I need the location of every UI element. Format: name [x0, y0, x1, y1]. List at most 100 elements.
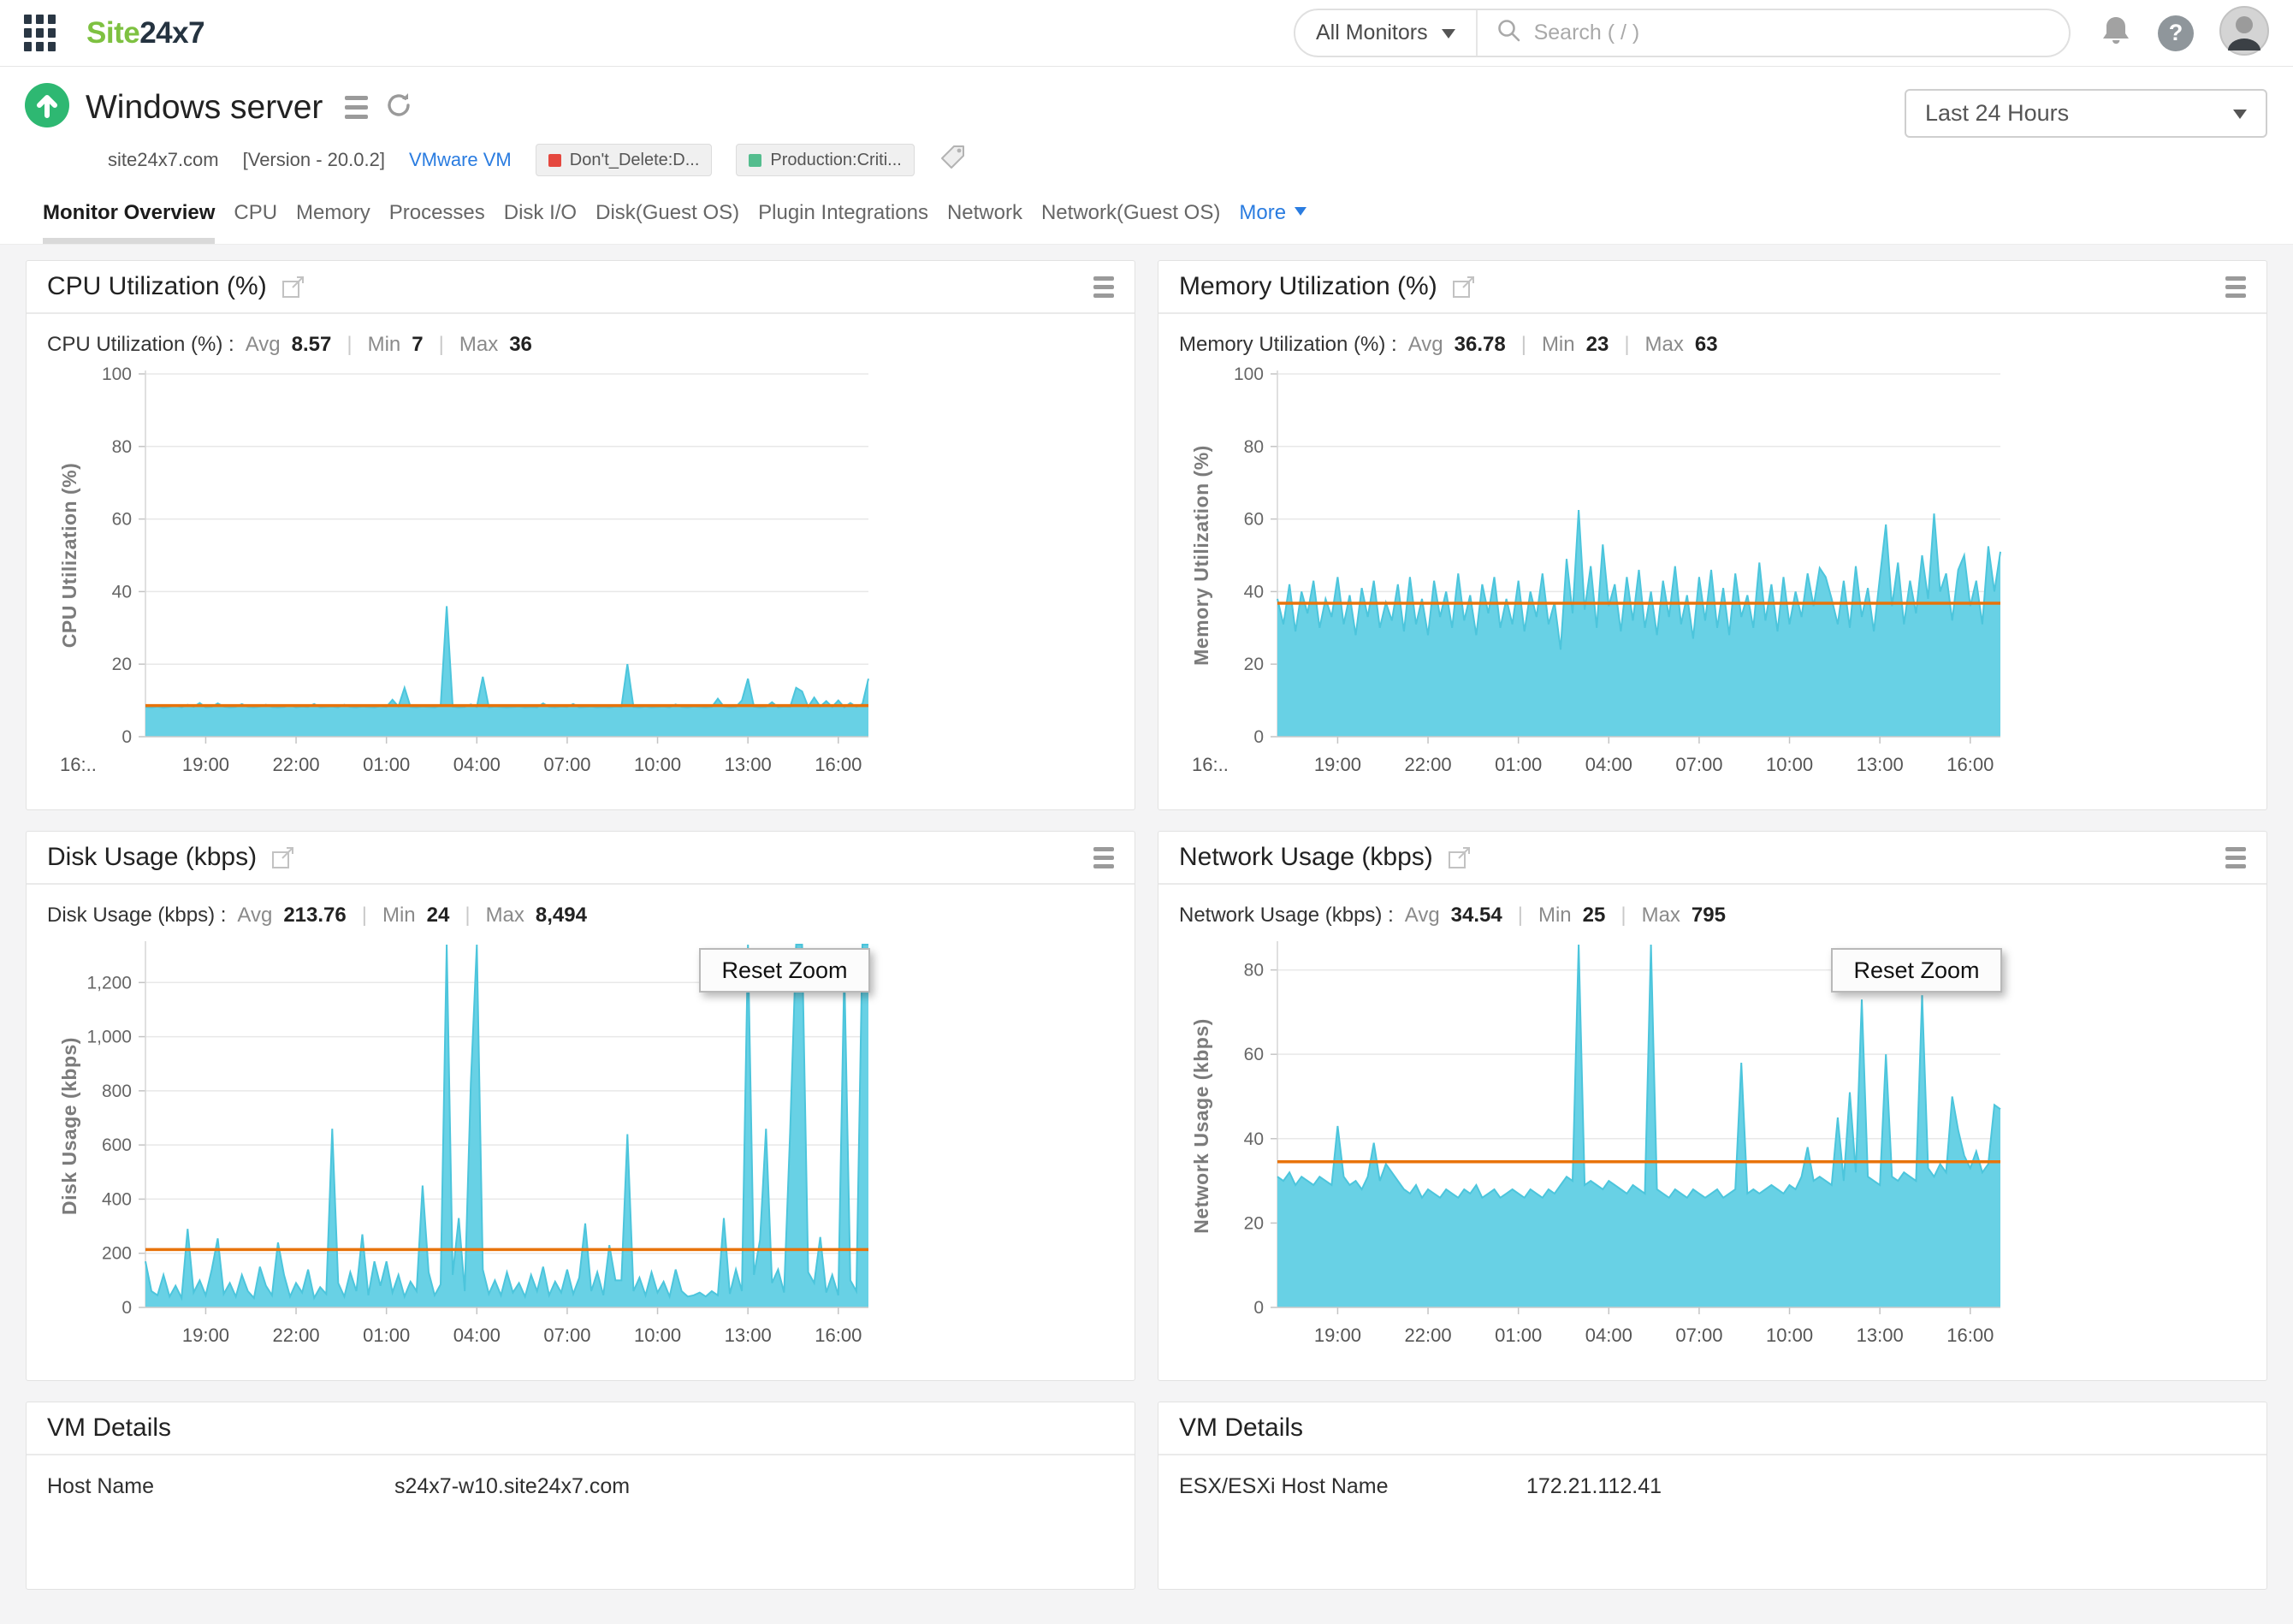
svg-text:04:00: 04:00 — [453, 1325, 501, 1346]
expand-chart-icon[interactable] — [281, 274, 306, 299]
avg-value: 213.76 — [283, 904, 347, 927]
disk-usage-panel: Disk Usage (kbps) Disk Usage (kbps) : Av… — [26, 831, 1135, 1381]
logo-text-dark: 24x7 — [139, 15, 205, 50]
panel-title: Memory Utilization (%) — [1179, 272, 1437, 300]
max-value: 36 — [509, 333, 532, 356]
expand-chart-icon[interactable] — [270, 845, 296, 870]
monitor-scope-label: All Monitors — [1316, 21, 1428, 44]
svg-text:20: 20 — [112, 655, 132, 674]
chart-stats: Disk Usage (kbps) : Avg 213.76 | Min 24 | … — [47, 904, 587, 927]
user-avatar[interactable] — [2219, 6, 2269, 60]
tag-icon[interactable] — [939, 143, 968, 177]
monitor-type-link[interactable]: VMware VM — [409, 149, 512, 171]
svg-text:200: 200 — [102, 1244, 132, 1264]
vm-detail-value: s24x7-w10.site24x7.com — [394, 1474, 631, 1498]
svg-text:100: 100 — [1234, 365, 1264, 384]
tab-label: CPU — [234, 201, 278, 224]
refresh-icon[interactable] — [383, 90, 414, 125]
monitor-tabs: Monitor Overview CPU Memory Processes Disk I… — [0, 177, 2293, 245]
help-icon[interactable]: ? — [2158, 15, 2194, 51]
svg-text:0: 0 — [121, 727, 132, 747]
svg-text:19:00: 19:00 — [182, 754, 229, 775]
svg-text:Disk Usage (kbps): Disk Usage (kbps) — [58, 1037, 80, 1215]
global-search-container: All Monitors — [1294, 9, 2071, 57]
chevron-down-icon — [1295, 207, 1307, 222]
time-range-value: Last 24 Hours — [1925, 100, 2070, 126]
svg-text:80: 80 — [1244, 437, 1264, 457]
svg-text:16:00: 16:00 — [815, 754, 862, 775]
svg-text:Memory Utilization (%): Memory Utilization (%) — [1190, 445, 1212, 666]
tab-network[interactable]: Network — [947, 201, 1022, 244]
avg-value: 36.78 — [1454, 333, 1506, 356]
disk-usage-chart[interactable]: 0 200 400 600 800 1,000 1,200 19:00 22:00 01:00 04… — [47, 929, 1114, 1378]
svg-text:07:00: 07:00 — [543, 1325, 590, 1346]
vm-details-panel-right: VM Details ESX/ESXi Host Name 172.21.112… — [1158, 1402, 2267, 1590]
tab-label: Plugin Integrations — [758, 201, 928, 224]
svg-text:80: 80 — [1244, 961, 1264, 981]
tab-cpu[interactable]: CPU — [234, 201, 277, 244]
monitor-hostname: site24x7.com — [108, 149, 219, 170]
memory-utilization-chart[interactable]: 0 20 40 60 80 100 19:00 22:00 01:00 04:00 07:00 10:… — [1179, 359, 2246, 808]
notifications-bell-icon[interactable] — [2100, 14, 2132, 52]
svg-text:19:00: 19:00 — [182, 1325, 229, 1346]
tab-memory[interactable]: Memory — [296, 201, 370, 244]
tag-production-critical[interactable]: Production:Criti... — [736, 144, 915, 176]
tab-plugin-integrations[interactable]: Plugin Integrations — [758, 201, 928, 244]
svg-text:100: 100 — [102, 365, 132, 384]
tab-more[interactable]: More — [1239, 201, 1307, 244]
svg-text:10:00: 10:00 — [634, 754, 681, 775]
memory-utilization-panel: Memory Utilization (%) Memory Utilizatio… — [1158, 260, 2267, 810]
svg-text:10:00: 10:00 — [634, 1325, 681, 1346]
svg-text:16:00: 16:00 — [815, 1325, 862, 1346]
tab-disk-i-o[interactable]: Disk I/O — [504, 201, 577, 244]
tab-disk-guest-os[interactable]: Disk(Guest OS) — [595, 201, 739, 244]
tab-label: Disk I/O — [503, 201, 578, 224]
tag-dont-delete[interactable]: Don't_Delete:D... — [535, 144, 713, 176]
panel-menu-icon[interactable] — [2225, 846, 2246, 868]
svg-text:0: 0 — [1253, 1298, 1264, 1318]
tab-label: Memory — [296, 201, 370, 224]
svg-text:13:00: 13:00 — [725, 1325, 772, 1346]
svg-text:60: 60 — [1244, 1045, 1264, 1064]
time-range-dropdown[interactable]: Last 24 Hours — [1905, 89, 2267, 138]
avg-value: 8.57 — [291, 333, 332, 356]
svg-text:60: 60 — [112, 510, 132, 530]
site24x7-logo[interactable]: Site24x7 — [86, 15, 205, 50]
svg-text:13:00: 13:00 — [725, 754, 772, 775]
tab-label: More — [1239, 201, 1287, 224]
svg-text:22:00: 22:00 — [1405, 754, 1452, 775]
svg-text:16:00: 16:00 — [1946, 1325, 1994, 1346]
tab-processes[interactable]: Processes — [389, 201, 485, 244]
min-value: 7 — [412, 333, 424, 356]
tab-monitor-overview[interactable]: Monitor Overview — [43, 201, 216, 244]
panel-menu-icon[interactable] — [1093, 276, 1114, 298]
panel-menu-icon[interactable] — [2225, 276, 2246, 298]
expand-chart-icon[interactable] — [1451, 274, 1477, 299]
dashboard-content: CPU Utilization (%) CPU Utilization (%) … — [0, 245, 2293, 1624]
svg-text:16:..: 16:.. — [1192, 754, 1229, 775]
tab-network-guest-os[interactable]: Network(Guest OS) — [1041, 201, 1220, 244]
vm-detail-label: ESX/ESXi Host Name — [1179, 1474, 1389, 1498]
search-input[interactable] — [1533, 10, 2069, 56]
monitor-actions-menu-icon[interactable] — [345, 96, 369, 119]
monitor-scope-dropdown[interactable]: All Monitors — [1295, 10, 1476, 56]
svg-text:19:00: 19:00 — [1314, 754, 1361, 775]
reset-zoom-button[interactable]: Reset Zoom — [1831, 948, 2002, 993]
panel-menu-icon[interactable] — [1093, 846, 1114, 868]
logo-text-green: Site — [86, 15, 140, 50]
svg-text:16:..: 16:.. — [60, 754, 97, 775]
expand-chart-icon[interactable] — [1447, 845, 1472, 870]
min-value: 24 — [426, 904, 450, 927]
svg-text:04:00: 04:00 — [453, 754, 501, 775]
panel-title: VM Details — [1179, 1414, 1304, 1442]
panel-title: Network Usage (kbps) — [1179, 843, 1433, 871]
monitor-title-section: Windows server site24x7.com [Version - 2… — [0, 67, 2293, 177]
apps-grid-icon[interactable] — [24, 15, 56, 51]
cpu-utilization-chart[interactable]: 0 20 40 60 80 100 19:00 22:00 01:00 04:00 07:00 10:… — [47, 359, 1114, 808]
svg-text:01:00: 01:00 — [363, 754, 410, 775]
reset-zoom-button[interactable]: Reset Zoom — [699, 948, 870, 993]
network-usage-chart[interactable]: 0 20 40 60 80 19:00 22:00 01:00 04:00 07:00 10:00 1… — [1179, 929, 2246, 1378]
max-value: 795 — [1691, 904, 1726, 927]
chart-stats: CPU Utilization (%) : Avg 8.57 | Min 7 | M… — [47, 333, 532, 356]
svg-text:13:00: 13:00 — [1857, 754, 1904, 775]
